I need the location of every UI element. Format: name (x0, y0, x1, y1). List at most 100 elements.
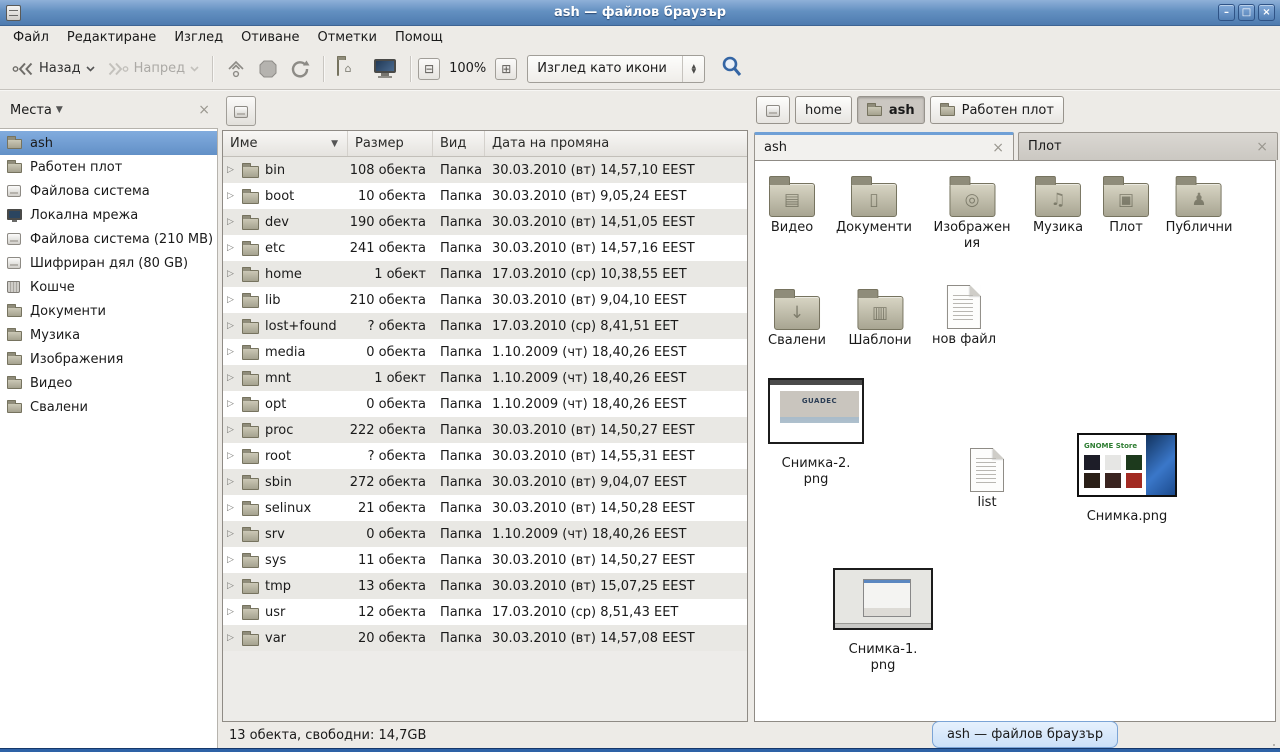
taskbar-window-button[interactable]: ash — файлов браузър (932, 721, 1118, 748)
tab-close-icon[interactable]: × (992, 140, 1004, 156)
table-row[interactable]: ▷ etc 241 обекта Папка 30.03.2010 (вт) 1… (223, 235, 747, 261)
expander-icon[interactable]: ▷ (227, 633, 237, 643)
breadcrumb-home-button[interactable]: home (795, 96, 852, 124)
table-row[interactable]: ▷ home 1 обект Папка 17.03.2010 (ср) 10,… (223, 261, 747, 287)
table-row[interactable]: ▷ lost+found ? обекта Папка 17.03.2010 (… (223, 313, 747, 339)
root-location-button[interactable] (226, 96, 256, 126)
stop-button[interactable] (252, 55, 284, 83)
sidebar-item[interactable]: Изображения (0, 347, 217, 371)
expander-icon[interactable]: ▷ (227, 191, 237, 201)
table-row[interactable]: ▷ mnt 1 обект Папка 1.10.2009 (чт) 18,40… (223, 365, 747, 391)
table-row[interactable]: ▷ sys 11 обекта Папка 30.03.2010 (вт) 14… (223, 547, 747, 573)
icon-view-item[interactable]: Плот (1103, 175, 1149, 236)
tab-plot[interactable]: Плот × (1018, 132, 1278, 160)
table-row[interactable]: ▷ media 0 обекта Папка 1.10.2009 (чт) 18… (223, 339, 747, 365)
table-row[interactable]: ▷ root ? обекта Папка 30.03.2010 (вт) 14… (223, 443, 747, 469)
menu-item[interactable]: Отметки (308, 28, 385, 47)
table-row[interactable]: ▷ tmp 13 обекта Папка 30.03.2010 (вт) 15… (223, 573, 747, 599)
table-row[interactable]: ▷ usr 12 обекта Папка 17.03.2010 (ср) 8,… (223, 599, 747, 625)
breadcrumb-desktop-button[interactable]: Работен плот (930, 96, 1064, 124)
breadcrumb-current-button[interactable]: ash (857, 96, 925, 124)
table-row[interactable]: ▷ sbin 272 обекта Папка 30.03.2010 (вт) … (223, 469, 747, 495)
expander-icon[interactable]: ▷ (227, 555, 237, 565)
icon-view-item[interactable]: GUADEC Снимка-2. png (768, 378, 864, 488)
sidebar-item[interactable]: Работен плот (0, 155, 217, 179)
column-header-size[interactable]: Размер (348, 131, 433, 156)
column-header-modified[interactable]: Дата на промяна (485, 131, 747, 156)
icon-view-item[interactable]: Изображен ия (933, 175, 1010, 252)
reload-button[interactable] (284, 55, 316, 83)
maximize-button[interactable]: □ (1238, 4, 1255, 21)
breadcrumb-root-button[interactable] (756, 96, 790, 124)
menu-item[interactable]: Изглед (165, 28, 232, 47)
sidebar-item[interactable]: ash (0, 131, 217, 155)
view-mode-combobox[interactable]: Изглед като икони ▲▼ (527, 55, 705, 83)
expander-icon[interactable]: ▷ (227, 607, 237, 617)
expander-icon[interactable]: ▷ (227, 477, 237, 487)
expander-icon[interactable]: ▷ (227, 269, 237, 279)
table-row[interactable]: ▷ opt 0 обекта Папка 1.10.2009 (чт) 18,4… (223, 391, 747, 417)
table-row[interactable]: ▷ boot 10 обекта Папка 30.03.2010 (вт) 9… (223, 183, 747, 209)
icon-view-item[interactable]: Музика (1033, 175, 1083, 236)
icon-view-item[interactable]: Документи (836, 175, 912, 236)
expander-icon[interactable]: ▷ (227, 295, 237, 305)
icon-view-item[interactable]: Видео (769, 175, 815, 236)
menu-item[interactable]: Файл (4, 28, 58, 47)
search-button[interactable] (717, 52, 747, 86)
home-button[interactable]: ⌂ (331, 56, 367, 82)
expander-icon[interactable]: ▷ (227, 321, 237, 331)
expander-icon[interactable]: ▷ (227, 503, 237, 513)
up-button[interactable] (220, 55, 252, 83)
column-header-name[interactable]: Име ▼ (223, 131, 348, 156)
resize-grip-icon[interactable] (1263, 734, 1276, 747)
icon-view-item[interactable]: Свалени (768, 288, 826, 349)
tab-ash[interactable]: ash × (754, 132, 1014, 160)
zoom-out-button[interactable]: ⊟ (418, 58, 440, 80)
table-row[interactable]: ▷ srv 0 обекта Папка 1.10.2009 (чт) 18,4… (223, 521, 747, 547)
close-button[interactable]: × (1258, 4, 1275, 21)
expander-icon[interactable]: ▷ (227, 373, 237, 383)
sidebar-close-icon[interactable]: × (198, 102, 210, 118)
column-header-type[interactable]: Вид (433, 131, 485, 156)
sidebar-item[interactable]: Видео (0, 371, 217, 395)
places-dropdown[interactable]: Места ▼ (10, 103, 63, 118)
table-row[interactable]: ▷ var 20 обекта Папка 30.03.2010 (вт) 14… (223, 625, 747, 651)
menu-item[interactable]: Отиване (232, 28, 308, 47)
back-button[interactable]: Назад (6, 57, 101, 81)
menu-item[interactable]: Помощ (386, 28, 452, 47)
expander-icon[interactable]: ▷ (227, 165, 237, 175)
expander-icon[interactable]: ▷ (227, 347, 237, 357)
menu-item[interactable]: Редактиране (58, 28, 165, 47)
table-row[interactable]: ▷ dev 190 обекта Папка 30.03.2010 (вт) 1… (223, 209, 747, 235)
sidebar-item[interactable]: Шифриран дял (80 GB) (0, 251, 217, 275)
table-row[interactable]: ▷ lib 210 обекта Папка 30.03.2010 (вт) 9… (223, 287, 747, 313)
table-row[interactable]: ▷ bin 108 обекта Папка 30.03.2010 (вт) 1… (223, 157, 747, 183)
minimize-button[interactable]: – (1218, 4, 1235, 21)
icon-view-item[interactable]: нов файл (932, 285, 996, 348)
computer-button[interactable] (367, 55, 403, 83)
expander-icon[interactable]: ▷ (227, 243, 237, 253)
sidebar-item[interactable]: Свалени (0, 395, 217, 419)
icon-view-item[interactable]: Снимка-1. png (833, 568, 933, 674)
expander-icon[interactable]: ▷ (227, 425, 237, 435)
combobox-spinner-icon[interactable]: ▲▼ (682, 56, 704, 82)
sidebar-item[interactable]: Файлова система (210 MB) (0, 227, 217, 251)
sidebar-item[interactable]: Кошче (0, 275, 217, 299)
table-row[interactable]: ▷ selinux 21 обекта Папка 30.03.2010 (вт… (223, 495, 747, 521)
sidebar-item[interactable]: Музика (0, 323, 217, 347)
tab-close-icon[interactable]: × (1256, 139, 1268, 155)
expander-icon[interactable]: ▷ (227, 399, 237, 409)
sidebar-item[interactable]: Локална мрежа (0, 203, 217, 227)
icon-view-item[interactable]: Шаблони (848, 288, 911, 349)
icon-view-item[interactable]: Публични (1166, 175, 1233, 236)
expander-icon[interactable]: ▷ (227, 217, 237, 227)
icon-view-item[interactable]: GNOME Store Снимка.png (1077, 433, 1177, 525)
zoom-in-button[interactable]: ⊞ (495, 58, 517, 80)
expander-icon[interactable]: ▷ (227, 451, 237, 461)
table-row[interactable]: ▷ proc 222 обекта Папка 30.03.2010 (вт) … (223, 417, 747, 443)
forward-button[interactable]: Напред (101, 57, 205, 81)
sidebar-item[interactable]: Файлова система (0, 179, 217, 203)
icon-view-item[interactable]: list (970, 448, 1004, 511)
sidebar-item[interactable]: Документи (0, 299, 217, 323)
expander-icon[interactable]: ▷ (227, 581, 237, 591)
